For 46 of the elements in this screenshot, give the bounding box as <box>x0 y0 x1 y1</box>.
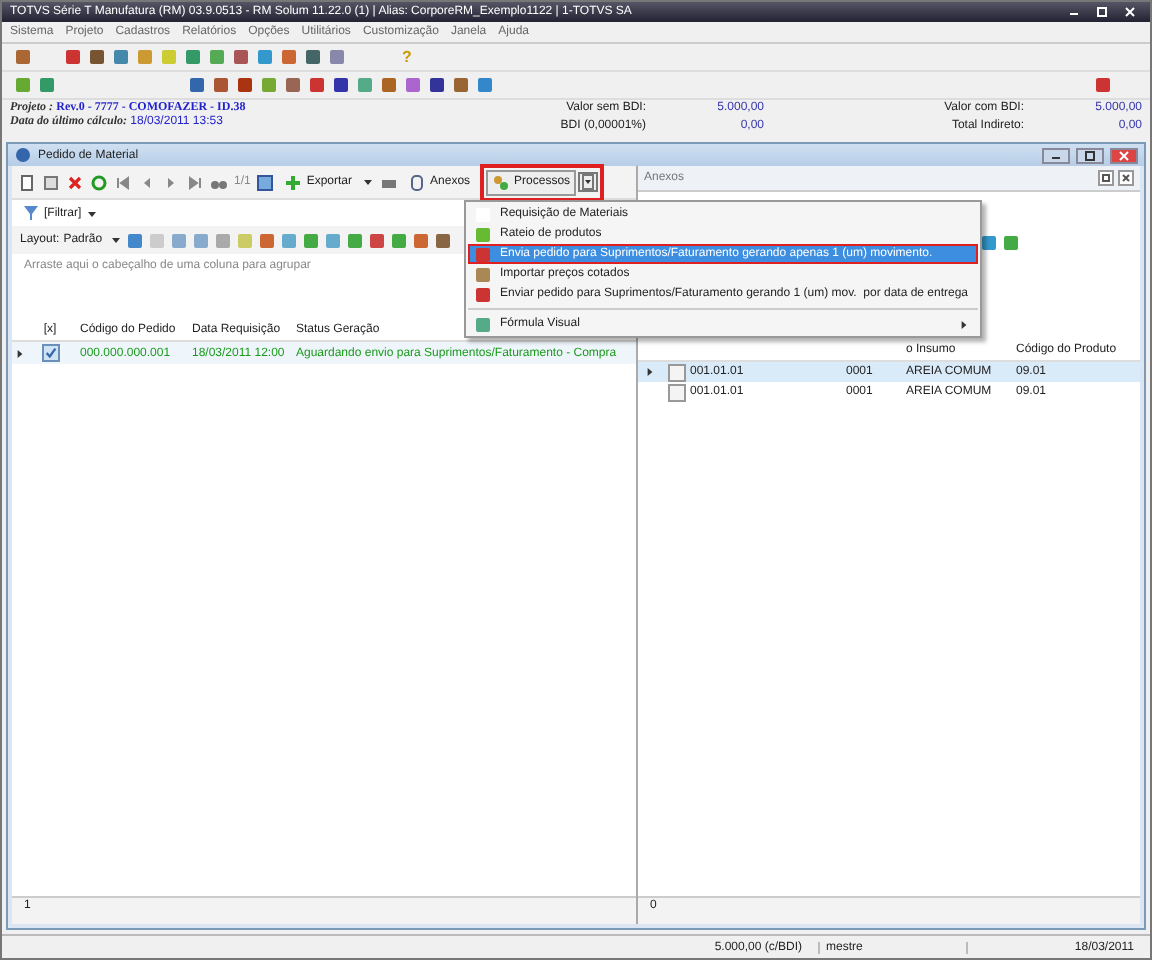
caret-icon[interactable] <box>578 172 599 192</box>
square-icon[interactable] <box>452 76 470 94</box>
submenu-arrow-icon <box>960 319 969 329</box>
last-page-icon[interactable] <box>186 173 204 191</box>
window-icon[interactable] <box>256 173 275 191</box>
square-icon[interactable] <box>14 48 32 66</box>
square-icon[interactable] <box>188 76 206 94</box>
checkbox[interactable] <box>667 383 685 401</box>
square-icon[interactable] <box>980 234 998 252</box>
square-icon <box>474 225 492 243</box>
square-icon[interactable] <box>308 76 326 94</box>
pin-button[interactable] <box>1098 170 1114 186</box>
checkbox[interactable] <box>41 344 59 362</box>
square-icon[interactable] <box>368 231 387 249</box>
caret-icon[interactable] <box>362 176 375 188</box>
filter-icon[interactable] <box>22 204 40 222</box>
square-icon[interactable] <box>232 48 250 66</box>
square-icon[interactable] <box>380 76 398 94</box>
square-icon[interactable] <box>428 76 446 94</box>
square-icon[interactable] <box>1094 76 1112 94</box>
square-icon <box>474 315 492 333</box>
maximize-button[interactable] <box>1076 147 1104 163</box>
row-pointer-icon <box>16 349 24 357</box>
square-icon[interactable] <box>64 48 82 66</box>
square-icon[interactable] <box>236 76 254 94</box>
square-icon[interactable] <box>332 76 350 94</box>
caret-icon[interactable] <box>85 207 98 219</box>
square-icon[interactable] <box>304 48 322 66</box>
square-icon <box>474 285 492 303</box>
checkbox[interactable] <box>667 363 685 381</box>
row-pointer-icon <box>646 368 654 376</box>
square-icon[interactable] <box>88 48 106 66</box>
square-icon[interactable] <box>212 76 230 94</box>
new-document-icon[interactable] <box>18 173 36 191</box>
gears-icon <box>492 173 511 191</box>
minimize-button[interactable] <box>1042 147 1070 163</box>
square-icon[interactable] <box>434 231 453 249</box>
caret-icon[interactable] <box>110 234 123 246</box>
square-icon <box>474 205 492 223</box>
square-icon <box>474 245 492 263</box>
first-page-icon[interactable] <box>114 173 132 191</box>
close-panel-button[interactable] <box>1118 170 1134 186</box>
square-icon <box>474 265 492 283</box>
plus-icon <box>284 173 303 191</box>
delete-icon[interactable] <box>66 173 84 191</box>
square-icon[interactable] <box>284 76 302 94</box>
